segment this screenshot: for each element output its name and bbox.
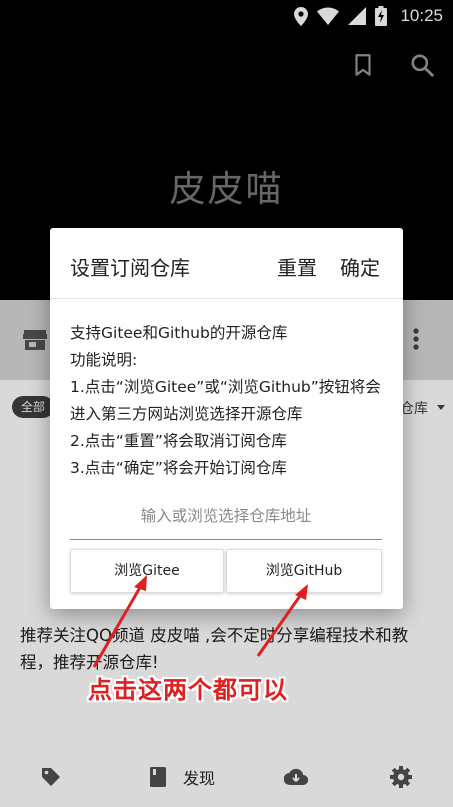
- dialog-description: 支持Gitee和Github的开源仓库 功能说明: 1.点击“浏览Gitee”或…: [70, 320, 390, 482]
- description-line: 支持Gitee和Github的开源仓库: [70, 324, 288, 342]
- nav-item-download[interactable]: [284, 747, 308, 807]
- description-line: 3.点击“确定”将会开始订阅仓库: [70, 459, 287, 477]
- gear-icon: [390, 766, 412, 788]
- browse-github-button[interactable]: 浏览GitHub: [226, 549, 382, 593]
- annotation-text: 点击这两个都可以: [88, 676, 288, 704]
- subscribe-repo-dialog: 设置订阅仓库 重置 确定 支持Gitee和Github的开源仓库 功能说明: 1…: [50, 228, 403, 609]
- reset-button[interactable]: 重置: [277, 252, 317, 281]
- description-line: 功能说明:: [70, 351, 138, 369]
- dialog-title: 设置订阅仓库: [70, 256, 190, 280]
- repo-url-input[interactable]: [70, 492, 382, 540]
- bottom-nav: 发现: [0, 747, 453, 807]
- nav-item-settings[interactable]: [390, 747, 412, 807]
- confirm-button[interactable]: 确定: [340, 252, 380, 281]
- description-line: 2.点击“重置”将会取消订阅仓库: [70, 432, 287, 450]
- description-line: 1.点击“浏览Gitee”或“浏览Github”按钮将会进入第三方网站浏览选择开…: [70, 378, 381, 423]
- cloud-download-icon: [284, 768, 308, 786]
- tag-icon: [42, 768, 60, 786]
- nav-item-discover[interactable]: 发现: [149, 747, 215, 807]
- book-icon: [150, 767, 166, 787]
- nav-label-discover: 发现: [183, 769, 216, 788]
- nav-item-tags[interactable]: [40, 747, 62, 807]
- dialog-divider: [50, 298, 403, 299]
- browse-gitee-button[interactable]: 浏览Gitee: [70, 549, 224, 593]
